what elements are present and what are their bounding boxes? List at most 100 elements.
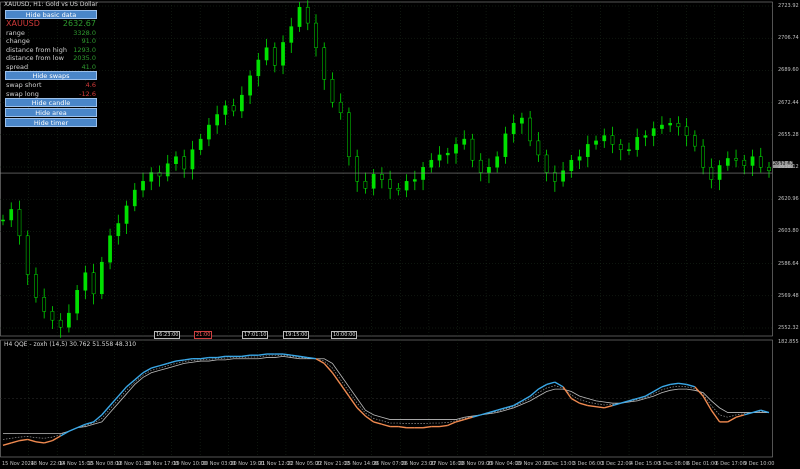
hide-basic-data-button[interactable]: Hide basic data (5, 10, 97, 19)
time-axis-label: 3 Dec 06:00 (572, 461, 604, 467)
qqe-fast-segment (19, 438, 28, 442)
qqe-fast-segment (381, 423, 391, 428)
qqe-fast-segment (151, 365, 160, 369)
candle-body (363, 181, 368, 189)
candle-body (693, 135, 697, 147)
candle-body (577, 156, 582, 161)
session-tag: 21:00 (194, 331, 213, 339)
time-axis-label: 5 Dec 08:00 (658, 461, 689, 467)
candle-body (322, 47, 327, 80)
qqe-fast-segment (637, 395, 646, 400)
candle-body (108, 235, 112, 263)
candle-body (684, 126, 689, 136)
candle-body (272, 47, 277, 66)
qqe-fast-segment (678, 382, 687, 386)
qqe-fast-segment (398, 425, 407, 429)
info-row-range: range 3328.0 (4, 29, 98, 38)
candle-body (750, 156, 755, 166)
qqe-fast-segment (258, 353, 267, 356)
candle-body (388, 179, 392, 189)
candle-body (338, 101, 343, 113)
candle-body (355, 156, 360, 182)
candle-body (668, 123, 673, 126)
session-tag: 16:23:00 (154, 331, 181, 339)
info-label: spread (6, 62, 29, 71)
info-value: 2035.0 (73, 54, 96, 62)
indicator-title: H4 QQE - zoxh (14,5) 30.762 51.558 48.31… (4, 341, 137, 348)
price-chart[interactable] (0, 0, 800, 469)
candle-body (67, 312, 71, 328)
candle-body (223, 105, 228, 115)
candle-body (83, 272, 88, 291)
price-axis-label: 2620.96 (778, 196, 799, 203)
candle-body (610, 135, 615, 145)
candle-body (58, 319, 63, 328)
qqe-fast-segment (159, 362, 168, 367)
hide-timer-button[interactable]: Hide timer (5, 118, 97, 127)
candle-body (297, 7, 302, 27)
qqe-fast-segment (85, 421, 94, 425)
qqe-fast-segment (727, 416, 737, 423)
price-axis-label: 2552.32 (778, 325, 799, 331)
candle-body (231, 105, 236, 112)
qqe-fast-segment (735, 414, 745, 418)
candle-body (585, 144, 590, 157)
candle-body (635, 137, 640, 150)
qqe-fast-segment (365, 415, 375, 423)
session-tag: 10:00:00 (331, 331, 358, 339)
qqe-fast-segment (529, 388, 539, 397)
swap-label: swap short (6, 81, 42, 89)
candle-body (132, 189, 137, 207)
swap-row-long: swap long -12.6 (4, 90, 98, 99)
chart-title: XAUUSD, H1: Gold vs US Dollar (4, 1, 98, 8)
candle-body (17, 209, 22, 237)
candle-body (569, 159, 574, 172)
candle-body (734, 158, 738, 161)
info-value: 1293.0 (73, 45, 96, 54)
qqe-fast-segment (694, 386, 704, 397)
time-axis-label: 3 Dec 22:00 (601, 461, 632, 467)
qqe-fast-segment (200, 356, 210, 360)
candle-body (454, 144, 458, 154)
candle-body (347, 112, 351, 157)
qqe-fast-segment (661, 383, 671, 388)
info-row-spread: spread 41.0 (4, 63, 98, 72)
info-value: 91.0 (81, 37, 96, 45)
candle-body (429, 159, 434, 168)
swap-value: -12.6 (79, 89, 96, 98)
info-row-distance-low: distance from low 2035.0 (4, 54, 98, 63)
candle-body (618, 144, 623, 150)
candle-body (396, 188, 401, 191)
hide-candle-button[interactable]: Hide candle (5, 98, 97, 107)
hide-area-button[interactable]: Hide area (5, 108, 97, 117)
qqe-fast-segment (710, 409, 721, 423)
qqe-fast-segment (299, 355, 308, 359)
candle-body (594, 140, 598, 145)
candle-body (660, 124, 664, 129)
candle-body (536, 140, 541, 156)
info-panel: Hide basic data XAUUSD 2632.67 range 332… (4, 10, 98, 128)
candle-body (50, 311, 55, 321)
info-label: range (6, 28, 25, 37)
candle-body (305, 7, 310, 24)
candle-body (174, 156, 178, 164)
qqe-fast-segment (2, 442, 12, 446)
candle-body (1, 219, 5, 222)
candle-body (9, 209, 14, 221)
swap-row-short: swap short 4.6 (4, 81, 98, 90)
candle-body (289, 26, 294, 43)
price-axis-label: 2689.60 (778, 67, 799, 74)
time-axis-label: 2 Dec 13:00 (544, 461, 575, 467)
candle-body (487, 166, 491, 173)
info-value: 41.0 (81, 62, 96, 71)
candle-body (330, 79, 335, 103)
candle-body (75, 290, 79, 314)
qqe-fast-segment (68, 427, 78, 432)
qqe-fast-segment (562, 386, 572, 399)
candle-body (767, 166, 771, 172)
qqe-fast-segment (702, 395, 712, 411)
session-tag: 17:01:10 (242, 331, 269, 339)
qqe-fast-segment (11, 439, 20, 444)
info-row-distance-high: distance from high 1293.0 (4, 46, 98, 55)
hide-swaps-button[interactable]: Hide swaps (5, 71, 97, 80)
